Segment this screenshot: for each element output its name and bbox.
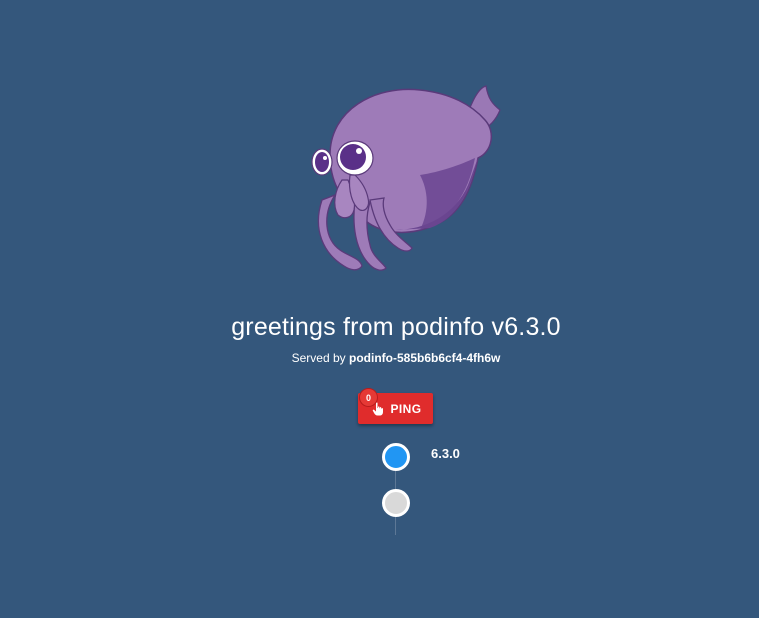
timeline-dot-next xyxy=(382,489,410,517)
ping-button-label: PING xyxy=(390,401,422,416)
ping-count-badge: 0 xyxy=(360,389,377,406)
cuddle-fish-icon xyxy=(311,85,501,271)
page-title: greetings from podinfo v6.3.0 xyxy=(231,313,561,341)
pod-name: podinfo-585b6b6cf4-4fh6w xyxy=(349,351,501,365)
timeline-version-label: 6.3.0 xyxy=(431,446,460,461)
timeline-dot-current xyxy=(382,443,410,471)
served-by-text: Served by podinfo-585b6b6cf4-4fh6w xyxy=(0,351,759,365)
served-by-label: Served by xyxy=(291,351,346,365)
